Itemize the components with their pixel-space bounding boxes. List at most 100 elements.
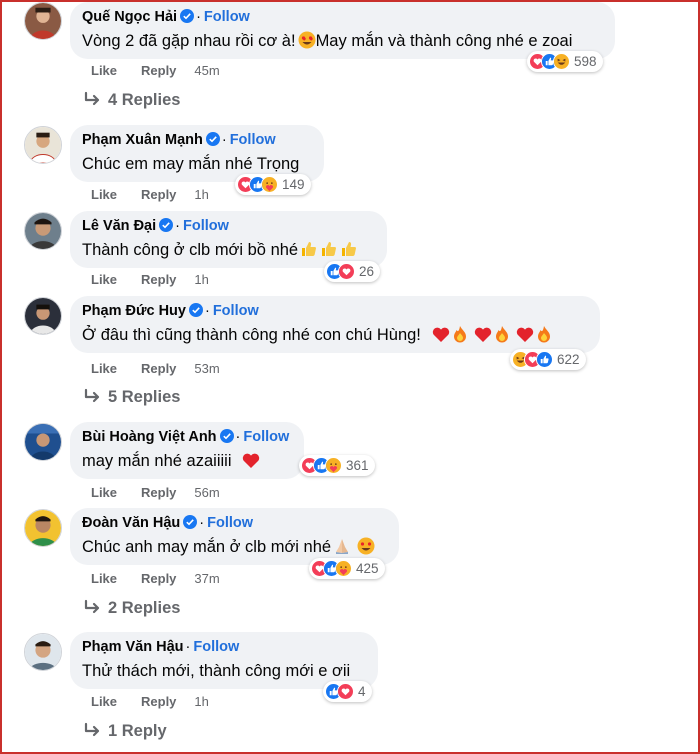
like-button[interactable]: Like bbox=[91, 272, 117, 287]
comment-text-part: Ở đâu thì cũng thành công nhé con chú Hù… bbox=[82, 326, 421, 344]
love-reaction-icon bbox=[338, 263, 355, 280]
reaction-summary[interactable]: 425 bbox=[309, 558, 385, 579]
avatar[interactable] bbox=[24, 2, 62, 40]
avatar[interactable] bbox=[24, 297, 62, 335]
red-heart-emoji bbox=[474, 326, 492, 343]
like-button[interactable]: Like bbox=[91, 63, 117, 78]
follow-button[interactable]: Follow bbox=[193, 639, 239, 655]
comment-text: Ở đâu thì cũng thành công nhé con chú Hù… bbox=[82, 325, 552, 345]
red-heart-emoji bbox=[516, 326, 534, 343]
verified-badge-icon bbox=[205, 132, 220, 146]
avatar[interactable] bbox=[24, 509, 62, 547]
follow-button[interactable]: Follow bbox=[204, 9, 250, 25]
verified-badge-icon bbox=[219, 429, 234, 443]
comment-text-part: Chúc anh may mắn ở clb mới nhé bbox=[82, 538, 332, 556]
comment-actions: Like Reply 1h bbox=[91, 187, 209, 202]
comment-bubble: Đoàn Văn Hậu · Follow Chúc anh may mắn ở c… bbox=[70, 508, 399, 565]
comment-actions: Like Reply 53m bbox=[91, 361, 220, 376]
like-button[interactable]: Like bbox=[91, 694, 117, 709]
comment-text: Chúc anh may mắn ở clb mới nhé bbox=[82, 537, 375, 557]
verified-badge-icon bbox=[180, 9, 195, 23]
reply-arrow-icon bbox=[84, 388, 102, 404]
comment-timestamp[interactable]: 1h bbox=[194, 187, 208, 202]
avatar[interactable] bbox=[24, 212, 62, 250]
separator-dot: · bbox=[221, 132, 227, 148]
like-button[interactable]: Like bbox=[91, 361, 117, 376]
fire-emoji bbox=[536, 325, 552, 343]
author-name[interactable]: Phạm Đức Huy bbox=[82, 303, 186, 319]
comment-timestamp[interactable]: 37m bbox=[194, 571, 219, 586]
follow-button[interactable]: Follow bbox=[213, 303, 259, 319]
reaction-count: 149 bbox=[282, 177, 305, 192]
follow-button[interactable]: Follow bbox=[183, 218, 229, 234]
reply-button[interactable]: Reply bbox=[141, 694, 176, 709]
comment-header: Lê Văn Đại · Follow bbox=[82, 217, 229, 235]
reaction-count: 598 bbox=[574, 54, 597, 69]
comment-timestamp[interactable]: 45m bbox=[194, 63, 219, 78]
reply-button[interactable]: Reply bbox=[141, 571, 176, 586]
reaction-summary[interactable]: 149 bbox=[235, 174, 311, 195]
author-name[interactable]: Quế Ngọc Hải bbox=[82, 9, 177, 25]
reply-button[interactable]: Reply bbox=[141, 361, 176, 376]
avatar[interactable] bbox=[24, 126, 62, 164]
separator-dot: · bbox=[175, 218, 180, 234]
author-name[interactable]: Phạm Văn Hậu bbox=[82, 639, 184, 655]
reply-button[interactable]: Reply bbox=[141, 63, 176, 78]
reaction-summary[interactable]: 4 bbox=[323, 681, 372, 702]
like-button[interactable]: Like bbox=[91, 485, 117, 500]
comment-text: Thành công ở clb mới bồ nhé bbox=[82, 240, 358, 260]
separator-dot: · bbox=[196, 9, 201, 25]
verified-badge-icon bbox=[183, 515, 198, 529]
like-reaction-icon bbox=[536, 351, 553, 368]
red-heart-emoji bbox=[432, 326, 450, 343]
comment-text: may mắn nhé azaiiiii bbox=[82, 451, 260, 471]
reply-button[interactable]: Reply bbox=[141, 187, 176, 202]
author-name[interactable]: Phạm Xuân Mạnh bbox=[82, 132, 203, 148]
comment-timestamp[interactable]: 1h bbox=[194, 272, 208, 287]
view-replies-link[interactable]: 2 Replies bbox=[84, 599, 180, 618]
haha-reaction-icon bbox=[553, 53, 570, 70]
follow-button[interactable]: Follow bbox=[230, 132, 276, 148]
comment-bubble: Quế Ngọc Hải · Follow Vòng 2 đã gặp nhau r… bbox=[70, 2, 615, 59]
replies-count-label: 1 Reply bbox=[108, 722, 167, 740]
reaction-summary[interactable]: 26 bbox=[324, 261, 381, 282]
view-replies-link[interactable]: 1 Reply bbox=[84, 722, 167, 741]
comment-text-part: Thành công ở clb mới bồ nhé bbox=[82, 241, 299, 259]
author-name[interactable]: Lê Văn Đại bbox=[82, 218, 156, 234]
follow-button[interactable]: Follow bbox=[243, 429, 289, 445]
comment-actions: Like Reply 1h bbox=[91, 272, 209, 287]
reply-button[interactable]: Reply bbox=[141, 485, 176, 500]
reply-arrow-icon bbox=[84, 722, 102, 738]
comment-timestamp[interactable]: 56m bbox=[194, 485, 219, 500]
folded-hands-emoji bbox=[333, 537, 351, 555]
view-replies-link[interactable]: 4 Replies bbox=[84, 91, 180, 110]
separator-dot: · bbox=[235, 429, 241, 445]
like-button[interactable]: Like bbox=[91, 571, 117, 586]
verified-badge-icon bbox=[188, 303, 203, 317]
fire-emoji bbox=[494, 325, 510, 343]
verified-badge-icon bbox=[159, 218, 174, 232]
view-replies-link[interactable]: 5 Replies bbox=[84, 388, 180, 407]
author-name[interactable]: Đoàn Văn Hậu bbox=[82, 515, 180, 531]
like-button[interactable]: Like bbox=[91, 187, 117, 202]
heart-eyes-emoji bbox=[298, 31, 316, 49]
separator-dot: · bbox=[185, 639, 191, 655]
avatar[interactable] bbox=[24, 633, 62, 671]
comment-text-part: May mắn và thành công nhé e zoai bbox=[315, 32, 573, 50]
reaction-count: 425 bbox=[356, 561, 379, 576]
reaction-summary[interactable]: 598 bbox=[527, 51, 603, 72]
author-name[interactable]: Bùi Hoàng Việt Anh bbox=[82, 429, 217, 445]
comment-header: Quế Ngọc Hải · Follow bbox=[82, 8, 250, 26]
reaction-summary[interactable]: 622 bbox=[510, 349, 586, 370]
reaction-count: 622 bbox=[557, 352, 580, 367]
replies-count-label: 4 Replies bbox=[108, 91, 181, 109]
comment-timestamp[interactable]: 53m bbox=[194, 361, 219, 376]
comment-text-part: Thử thách mới, thành công mới e ơii bbox=[82, 662, 351, 680]
avatar[interactable] bbox=[24, 423, 62, 461]
comment-timestamp[interactable]: 1h bbox=[194, 694, 208, 709]
reaction-summary[interactable]: 361 bbox=[299, 455, 375, 476]
follow-button[interactable]: Follow bbox=[207, 515, 253, 531]
reply-button[interactable]: Reply bbox=[141, 272, 176, 287]
replies-count-label: 2 Replies bbox=[108, 599, 181, 617]
thumbs-up-emoji bbox=[340, 240, 358, 258]
